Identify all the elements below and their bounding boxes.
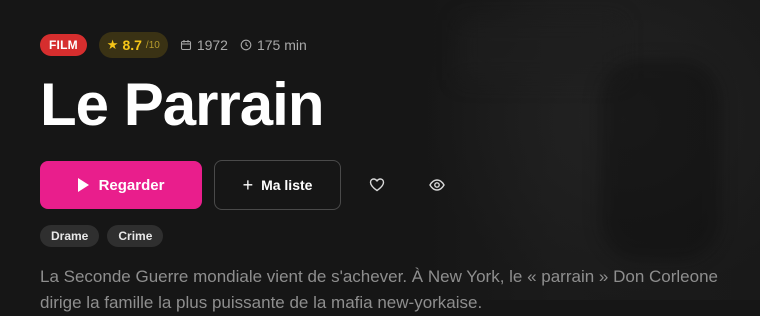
rating-scale: /10 <box>145 39 160 51</box>
heart-icon <box>369 178 385 192</box>
favorite-button[interactable] <box>353 161 401 209</box>
duration: 175 min <box>240 37 307 53</box>
clock-icon <box>240 39 252 51</box>
plus-icon: + <box>242 175 254 195</box>
hero-content: FILM ★ 8.7 /10 1972 175 min Le Parrain R… <box>40 0 760 312</box>
eye-icon <box>429 179 445 191</box>
genre-tag[interactable]: Crime <box>107 225 164 247</box>
add-to-list-button[interactable]: + Ma liste <box>214 160 341 210</box>
calendar-icon <box>180 40 191 51</box>
meta-row: FILM ★ 8.7 /10 1972 175 min <box>40 32 307 58</box>
watch-button[interactable]: Regarder <box>40 161 202 209</box>
play-icon <box>77 178 89 192</box>
rating-badge: ★ 8.7 /10 <box>98 32 168 58</box>
genre-tags: Drame Crime <box>40 225 164 247</box>
rating-score: 8.7 <box>122 37 142 53</box>
watch-label: Regarder <box>98 176 165 194</box>
release-year: 1972 <box>180 37 228 53</box>
year-text: 1972 <box>196 37 228 53</box>
synopsis: La Seconde Guerre mondiale vient de s'ac… <box>40 267 718 312</box>
list-label: Ma liste <box>261 177 313 193</box>
duration-text: 175 min <box>256 37 307 53</box>
action-bar: Regarder + Ma liste <box>40 160 461 210</box>
page-title: Le Parrain <box>40 71 324 138</box>
genre-tag[interactable]: Drame <box>40 225 100 247</box>
type-badge: FILM <box>40 34 87 56</box>
watched-button[interactable] <box>413 161 461 209</box>
star-icon: ★ <box>106 37 119 52</box>
